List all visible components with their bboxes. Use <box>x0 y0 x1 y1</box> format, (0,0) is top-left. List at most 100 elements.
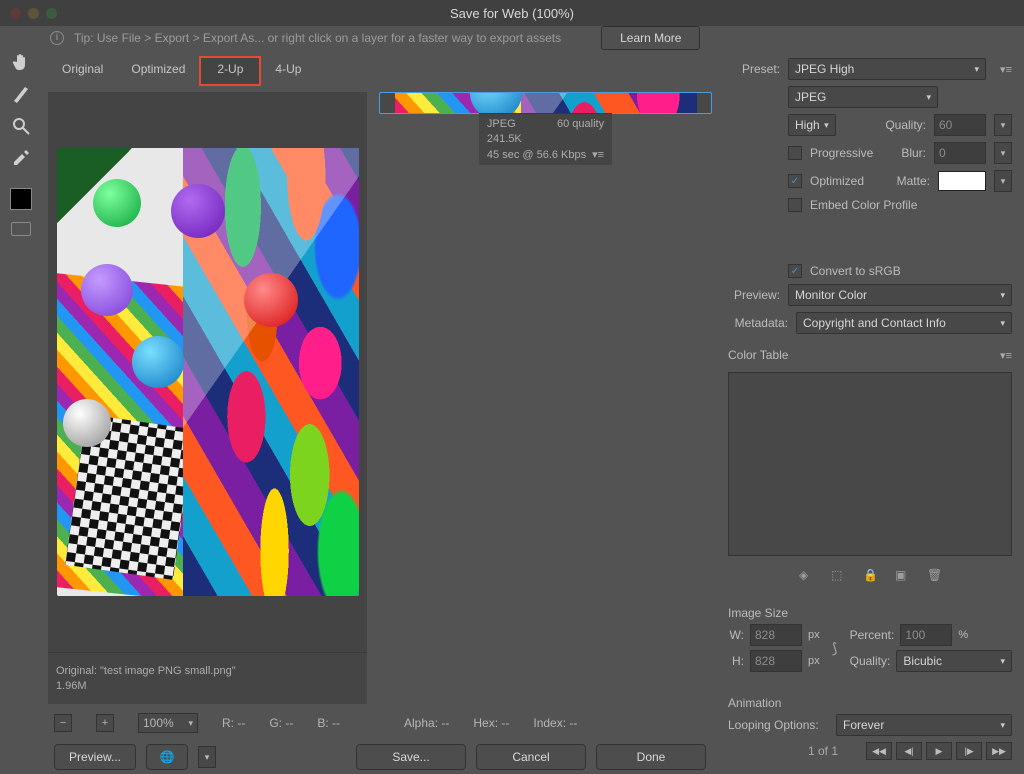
optimized-size: 241.5K <box>487 133 604 145</box>
info-icon: i <box>50 31 64 45</box>
save-button[interactable]: Save... <box>356 744 466 770</box>
readout-index: Index: -- <box>533 716 577 730</box>
next-frame-button[interactable]: |▶ <box>956 742 982 760</box>
width-field[interactable]: 828 <box>750 624 802 646</box>
slice-tool-icon[interactable] <box>11 84 31 104</box>
format-select[interactable]: JPEG▾ <box>788 86 938 108</box>
width-label: W: <box>728 628 744 642</box>
height-label: H: <box>728 654 744 668</box>
blur-slider-button[interactable]: ▾ <box>994 142 1012 164</box>
looping-select[interactable]: Forever▾ <box>836 714 1012 736</box>
tab-4up[interactable]: 4-Up <box>261 56 315 86</box>
optimized-label: Optimized <box>810 174 864 188</box>
hand-tool-icon[interactable] <box>11 52 31 72</box>
optimized-quality: 60 quality <box>557 118 604 130</box>
color-table-menu-icon[interactable]: ▾≡ <box>1000 349 1012 362</box>
ct-lock-icon[interactable]: 🔒 <box>863 568 877 582</box>
embed-profile-checkbox[interactable] <box>788 198 802 212</box>
left-toolbar <box>0 50 42 774</box>
browser-preview-button[interactable]: 🌐 <box>146 744 188 770</box>
zoom-select[interactable]: 100%▾ <box>138 713 198 733</box>
preview-intent-select[interactable]: Monitor Color▾ <box>788 284 1012 306</box>
blur-label: Blur: <box>901 146 926 160</box>
status-bar: − + 100%▾ R: -- G: -- B: -- Alpha: -- He… <box>48 710 712 736</box>
optimized-format: JPEG <box>487 118 516 130</box>
tip-bar: i Tip: Use File > Export > Export As... … <box>0 26 1024 50</box>
preset-value: JPEG High <box>795 62 854 76</box>
preview-intent-value: Monitor Color <box>795 288 867 302</box>
learn-more-button[interactable]: Learn More <box>601 26 700 50</box>
optimized-time: 45 sec @ 56.6 Kbps <box>487 149 586 161</box>
preview-button[interactable]: Preview... <box>54 744 136 770</box>
toggle-slices-icon[interactable] <box>11 222 31 236</box>
optimized-checkbox[interactable]: ✓ <box>788 174 802 188</box>
readout-g: G: -- <box>269 716 293 730</box>
preview-menu-icon[interactable]: ▾≡ <box>592 149 604 161</box>
tip-text: Tip: Use File > Export > Export As... or… <box>74 31 561 45</box>
color-table[interactable] <box>728 372 1012 556</box>
last-frame-button[interactable]: ▶▶ <box>986 742 1012 760</box>
metadata-label: Metadata: <box>728 316 788 330</box>
preview-intent-label: Preview: <box>728 288 780 302</box>
embed-profile-label: Embed Color Profile <box>810 198 917 212</box>
foreground-color-swatch[interactable] <box>10 188 32 210</box>
readout-hex: Hex: -- <box>473 716 509 730</box>
progressive-checkbox[interactable] <box>788 146 802 160</box>
format-value: JPEG <box>795 90 826 104</box>
ct-snap-icon[interactable]: ◈ <box>799 568 813 582</box>
preset-label: Preset: <box>728 62 780 76</box>
readout-b: B: -- <box>317 716 340 730</box>
eyedropper-tool-icon[interactable] <box>11 148 31 168</box>
matte-menu[interactable]: ▾ <box>994 170 1012 192</box>
frame-counter: 1 of 1 <box>808 744 838 758</box>
ct-trash-icon[interactable]: 🗑 <box>927 568 941 582</box>
percent-field[interactable]: 100 <box>900 624 952 646</box>
quality-preset-value: High <box>795 118 820 132</box>
first-frame-button[interactable]: ◀◀ <box>866 742 892 760</box>
quality-slider-button[interactable]: ▾ <box>994 114 1012 136</box>
matte-swatch[interactable] <box>938 171 986 191</box>
ct-new-icon[interactable]: ▣ <box>895 568 909 582</box>
preset-select[interactable]: JPEG High▾ <box>788 58 986 80</box>
tip-suffix: or right click on a layer for a faster w… <box>264 31 561 45</box>
ct-cube-icon[interactable]: ⬚ <box>831 568 845 582</box>
original-filename: Original: "test image PNG small.png" <box>56 665 359 677</box>
color-table-label: Color Table <box>728 348 788 362</box>
prev-frame-button[interactable]: ◀| <box>896 742 922 760</box>
tab-2up[interactable]: 2-Up <box>199 56 261 86</box>
settings-panel: Preset: JPEG High▾ ▾≡ JPEG▾ High▾ Qualit… <box>718 50 1024 774</box>
footer-buttons: Preview... 🌐 ▾ Save... Cancel Done <box>48 740 712 774</box>
convert-srgb-checkbox[interactable]: ✓ <box>788 264 802 278</box>
quality-field[interactable]: 60 <box>934 114 986 136</box>
metadata-value: Copyright and Contact Info <box>803 316 946 330</box>
plus-button[interactable]: + <box>96 714 114 732</box>
resample-quality-value: Bicubic <box>903 654 942 668</box>
image-size-label: Image Size <box>728 606 1012 620</box>
color-table-buttons: ◈ ⬚ 🔒 ▣ 🗑 <box>728 568 1012 582</box>
preview-pane-optimized[interactable]: JPEG 60 quality 241.5K 45 sec @ 56.6 Kbp… <box>379 92 712 114</box>
constrain-proportions-icon[interactable]: ⟆ <box>826 630 844 666</box>
titlebar: Save for Web (100%) <box>0 0 1024 26</box>
tab-optimized[interactable]: Optimized <box>117 56 199 86</box>
minus-button[interactable]: − <box>54 714 72 732</box>
preset-menu-icon[interactable]: ▾≡ <box>1000 63 1012 76</box>
width-unit: px <box>808 629 820 641</box>
tab-original[interactable]: Original <box>48 56 117 86</box>
resample-quality-label: Quality: <box>850 654 891 668</box>
preview-meta-original: Original: "test image PNG small.png" 1.9… <box>48 652 367 704</box>
height-field[interactable]: 828 <box>750 650 802 672</box>
quality-preset-select[interactable]: High▾ <box>788 114 836 136</box>
done-button[interactable]: Done <box>596 744 706 770</box>
preview-image-optimized <box>389 93 703 113</box>
resample-quality-select[interactable]: Bicubic▾ <box>896 650 1012 672</box>
blur-field[interactable]: 0 <box>934 142 986 164</box>
browser-preview-menu[interactable]: ▾ <box>198 746 216 768</box>
looping-value: Forever <box>843 718 884 732</box>
metadata-select[interactable]: Copyright and Contact Info▾ <box>796 312 1012 334</box>
zoom-tool-icon[interactable] <box>11 116 31 136</box>
original-size: 1.96M <box>56 680 359 692</box>
play-button[interactable]: ▶ <box>926 742 952 760</box>
preview-pane-original[interactable]: Original: "test image PNG small.png" 1.9… <box>48 92 367 704</box>
cancel-button[interactable]: Cancel <box>476 744 586 770</box>
looping-label: Looping Options: <box>728 718 828 732</box>
